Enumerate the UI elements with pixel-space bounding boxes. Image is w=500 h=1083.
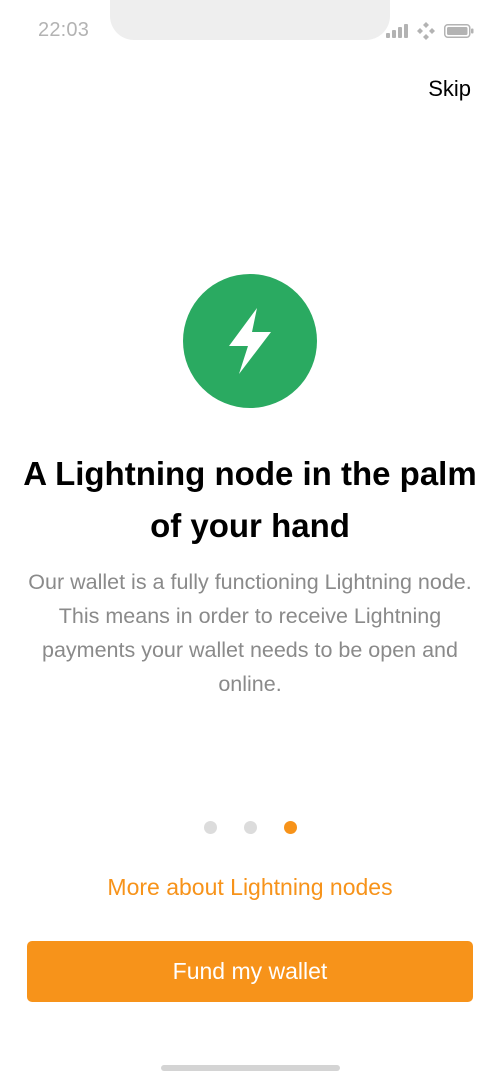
- status-bar: 22:03: [0, 0, 500, 60]
- home-indicator[interactable]: [161, 1065, 340, 1071]
- more-about-lightning-link[interactable]: More about Lightning nodes: [0, 874, 500, 901]
- onboarding-description: Our wallet is a fully functioning Lightn…: [28, 570, 472, 696]
- status-icons: [386, 20, 474, 42]
- pagination-dot[interactable]: [243, 821, 257, 834]
- device-notch: [110, 0, 390, 40]
- pagination-dots: [0, 821, 500, 834]
- lightning-bolt-icon: [229, 308, 271, 374]
- pagination-dot-active[interactable]: [283, 821, 297, 834]
- fund-wallet-button[interactable]: Fund my wallet: [27, 941, 473, 1002]
- signal-icon: [386, 24, 408, 38]
- battery-icon: [444, 24, 474, 38]
- wifi-icon: [417, 22, 435, 40]
- skip-button[interactable]: Skip: [428, 76, 471, 102]
- pagination-dot[interactable]: [203, 821, 217, 834]
- status-time: 22:03: [38, 19, 90, 41]
- onboarding-title: A Lightning node in the palm of your han…: [23, 455, 477, 544]
- hero-lightning-badge: [183, 274, 317, 408]
